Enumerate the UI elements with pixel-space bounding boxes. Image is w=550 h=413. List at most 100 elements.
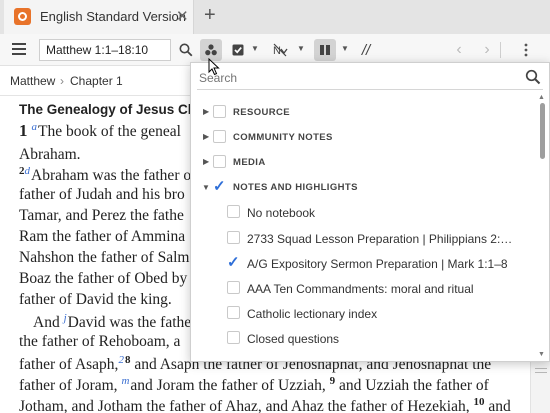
search-icon[interactable] [177, 41, 195, 59]
text-line: 2dAbraham was the father o [19, 165, 191, 185]
item-label: Catholic lectionary index [247, 307, 378, 321]
item-label: Closed questions [247, 332, 340, 346]
checkbox[interactable] [227, 306, 240, 319]
breadcrumb-book[interactable]: Matthew [10, 74, 55, 88]
chevron-right-icon[interactable]: ▶ [203, 107, 209, 116]
checkbox[interactable] [227, 205, 240, 218]
footnote-marker[interactable]: j [64, 312, 67, 324]
footnote-marker[interactable]: a [32, 121, 38, 133]
chevron-right-icon[interactable]: ▶ [203, 157, 209, 166]
scrollbar-thumb[interactable] [540, 103, 545, 159]
text-line: Jotham, and Jotham the father of Ahaz, a… [19, 396, 511, 413]
checkbox[interactable] [227, 281, 240, 294]
verse-text: father of Asaph, [19, 356, 119, 374]
text-line: father of David the king. [19, 291, 172, 309]
verse-text: the father of Rehoboam, a [19, 333, 181, 350]
chapter-number: 1 [19, 121, 28, 141]
category-resource[interactable]: ▶ RESOURCE [191, 100, 536, 124]
category-label: RESOURCE [233, 107, 291, 118]
check-icon[interactable]: ✓ [213, 177, 226, 195]
verse-text: David was the fathe [67, 314, 192, 332]
plus-icon[interactable]: + [204, 4, 216, 27]
verse-text: father of Judah and his bro [19, 186, 185, 203]
scroll-down-icon[interactable]: ▼ [538, 351, 545, 358]
checkbox[interactable] [213, 130, 226, 143]
text-line: Abraham. [19, 146, 81, 164]
verse-text: father of Joram, [19, 377, 122, 395]
verse-text: Abraham. [19, 146, 81, 163]
verse-number: 10 [473, 396, 485, 408]
checkbox[interactable] [213, 105, 226, 118]
verse-text: Ram the father of Ammina [19, 228, 186, 245]
verse-text: Boaz the father of Obed by [19, 270, 188, 287]
checkbox-icon[interactable] [229, 41, 247, 59]
text-line: father of Judah and his bro [19, 186, 185, 204]
footnote-marker[interactable]: d [25, 165, 31, 177]
verse-text: and Uzziah the father of [335, 377, 489, 395]
category-notes-and-highlights[interactable]: ▼ ✓ NOTES AND HIGHLIGHTS [191, 175, 536, 199]
list-item[interactable]: Catholic lectionary index [191, 301, 536, 325]
category-label: MEDIA [233, 157, 266, 168]
list-item[interactable]: AAA Ten Commandments: moral and ritual [191, 276, 536, 300]
tab-title: English Standard Version [40, 9, 186, 24]
list-item[interactable]: Closed questions [191, 326, 536, 350]
scroll-up-icon[interactable]: ▲ [538, 94, 545, 101]
text-line: Ram the father of Ammina [19, 228, 185, 246]
chevron-down-icon[interactable]: ▼ [341, 44, 349, 53]
text-line: And jDavid was the fathe [33, 312, 191, 332]
verse-text: father of David the king. [19, 291, 172, 308]
category-label: NOTES AND HIGHLIGHTS [233, 182, 358, 193]
list-item[interactable]: ✓ A/G Expository Sermon Preparation | Ma… [191, 251, 536, 275]
text-line: the father of Rehoboam, a [19, 333, 180, 351]
chevron-down-icon[interactable]: ▼ [251, 44, 259, 53]
footnote-marker[interactable]: 2 [118, 354, 124, 366]
verse-text: And [33, 314, 64, 332]
mouse-cursor-icon [208, 58, 220, 76]
checkbox[interactable] [227, 331, 240, 344]
toolbar-divider [500, 42, 501, 58]
list-item[interactable]: 2733 Squad Lesson Preparation | Philippi… [191, 226, 536, 250]
forward-icon[interactable]: › [478, 41, 496, 59]
close-icon[interactable]: ✕ [176, 7, 189, 25]
layout-icon[interactable] [314, 39, 336, 61]
reference-input[interactable] [39, 39, 171, 61]
check-icon[interactable]: ✓ [227, 253, 240, 271]
back-icon[interactable]: ‹ [450, 41, 468, 59]
visual-filters-dropdown: ▶ RESOURCE ▶ COMMUNITY NOTES ▶ MEDIA ▼ ✓… [190, 62, 550, 362]
text-line: father of Joram, mand Joram the father o… [19, 375, 489, 395]
breadcrumb-chapter[interactable]: Chapter 1 [70, 74, 123, 88]
more-icon[interactable] [517, 41, 535, 59]
tab-bar: English Standard Version ✕ + [0, 0, 550, 34]
item-label: No notebook [247, 206, 316, 220]
verse-text: and [484, 398, 511, 413]
category-media[interactable]: ▶ MEDIA [191, 150, 536, 174]
search-input[interactable] [197, 66, 543, 90]
breadcrumb-separator: › [60, 74, 64, 88]
resize-grip[interactable] [535, 368, 547, 369]
chevron-down-icon[interactable]: ▼ [297, 44, 305, 53]
hamburger-icon[interactable] [12, 43, 26, 55]
text-line: Tamar, and Perez the fathe [19, 207, 184, 225]
verse-text: Tamar, and Perez the fathe [19, 207, 184, 224]
footnote-marker[interactable]: m [121, 375, 129, 387]
chevron-down-icon[interactable]: ▼ [202, 183, 210, 192]
parallel-icon[interactable]: // [357, 41, 375, 59]
verse-text: The book of the geneal [38, 123, 181, 141]
tab-english-standard-version[interactable]: English Standard Version ✕ [4, 0, 194, 34]
verse-text: Nahshon the father of Salm [19, 249, 190, 266]
resize-grip[interactable] [535, 372, 547, 373]
verse-text: Abraham was the father o [31, 167, 192, 185]
verse-number: 2 [19, 165, 25, 177]
item-label: AAA Ten Commandments: moral and ritual [247, 282, 474, 296]
category-label: COMMUNITY NOTES [233, 132, 333, 143]
list-item[interactable]: No notebook [191, 200, 536, 224]
checkbox[interactable] [227, 231, 240, 244]
text-format-icon[interactable]: N [272, 41, 290, 59]
text-line: Nahshon the father of Salm [19, 249, 189, 267]
chevron-right-icon[interactable]: ▶ [203, 132, 209, 141]
search-icon[interactable] [525, 69, 541, 85]
item-label: A/G Expository Sermon Preparation | Mark… [247, 257, 508, 271]
checkbox[interactable] [213, 155, 226, 168]
verse-text: Jotham, and Jotham the father of Ahaz, a… [19, 398, 474, 413]
category-community-notes[interactable]: ▶ COMMUNITY NOTES [191, 125, 536, 149]
